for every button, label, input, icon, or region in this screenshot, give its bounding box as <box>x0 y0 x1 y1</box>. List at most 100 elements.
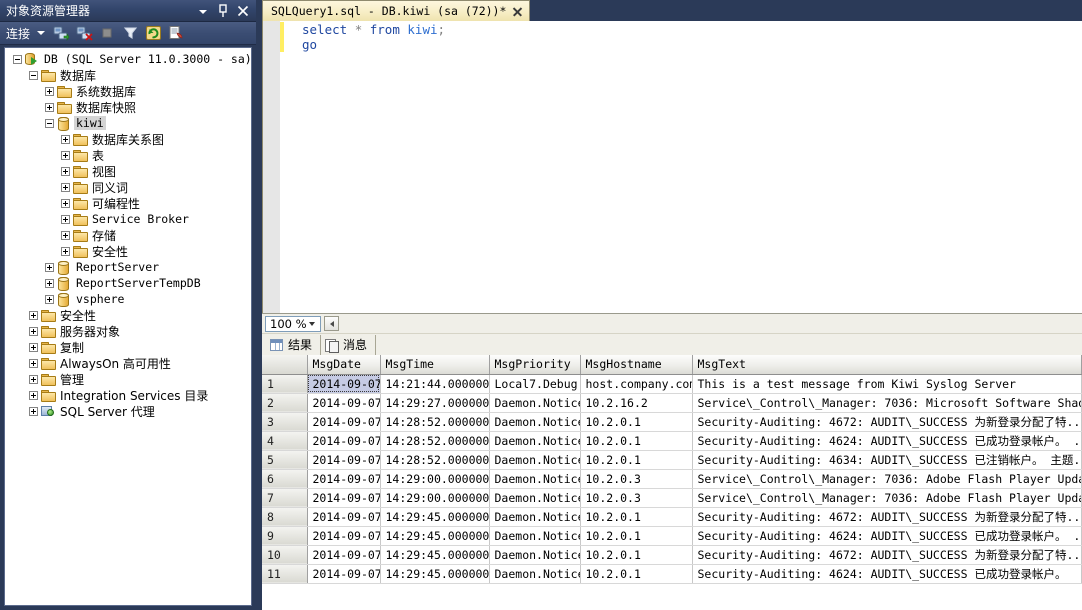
results-grid-container[interactable]: MsgDate MsgTime MsgPriority MsgHostname … <box>262 355 1082 610</box>
zoom-level-combo[interactable]: 100 % <box>265 315 321 332</box>
expand-icon[interactable] <box>29 406 38 416</box>
tree-node[interactable]: 管理 <box>5 371 251 387</box>
row-header-cell[interactable]: 5 <box>262 450 308 470</box>
cell-msgtime[interactable]: 14:29:45.0000000 <box>380 526 490 546</box>
expand-icon[interactable] <box>61 134 70 144</box>
cell-msgpriority[interactable]: Daemon.Notice <box>489 412 581 432</box>
row-header-cell[interactable]: 7 <box>262 488 308 508</box>
cell-msghostname[interactable]: 10.2.0.1 <box>580 507 693 527</box>
row-header-cell[interactable]: 1 <box>262 374 308 394</box>
row-header-cell[interactable]: 2 <box>262 393 308 413</box>
script-icon[interactable] <box>166 24 186 43</box>
connect-dropdown-icon[interactable] <box>37 31 46 35</box>
cell-msgtime[interactable]: 14:21:44.0000000 <box>380 374 490 394</box>
tree-node[interactable]: 表 <box>5 147 251 163</box>
table-row[interactable]: 4 2014-09-07 14:28:52.0000000 Daemon.Notice… <box>262 431 1082 451</box>
expand-icon[interactable] <box>29 310 38 320</box>
cell-msgtext[interactable]: Security-Auditing: 4672: AUDIT\_SUCCESS … <box>692 412 1082 432</box>
cell-msgtime[interactable]: 14:29:00.0000000 <box>380 469 490 489</box>
chevron-down-icon[interactable] <box>309 321 315 326</box>
expand-icon[interactable] <box>45 278 54 288</box>
tree-node[interactable]: 数据库关系图 <box>5 131 251 147</box>
tab-sqlquery1[interactable]: SQLQuery1.sql - DB.kiwi (sa (72))* <box>262 0 531 21</box>
cell-msghostname[interactable]: 10.2.0.1 <box>580 431 693 451</box>
expand-icon[interactable] <box>61 246 70 256</box>
cell-msgtext[interactable]: This is a test message from Kiwi Syslog … <box>692 374 1082 394</box>
cell-msgpriority[interactable]: Daemon.Notice <box>489 564 581 584</box>
expand-icon[interactable] <box>61 198 70 208</box>
cell-msgtext[interactable]: Security-Auditing: 4634: AUDIT\_SUCCESS … <box>692 450 1082 470</box>
tree-node[interactable]: 系统数据库 <box>5 83 251 99</box>
cell-msgpriority[interactable]: Daemon.Notice <box>489 488 581 508</box>
cell-msgtime[interactable]: 14:29:45.0000000 <box>380 564 490 584</box>
tree-node[interactable]: SQL Server 代理 <box>5 403 251 419</box>
expand-icon[interactable] <box>29 326 38 336</box>
row-header-cell[interactable]: 9 <box>262 526 308 546</box>
collapse-icon[interactable] <box>13 54 22 64</box>
cell-msgdate[interactable]: 2014-09-07 <box>307 431 381 451</box>
cell-msgpriority[interactable]: Daemon.Notice <box>489 545 581 565</box>
row-header-cell[interactable]: 4 <box>262 431 308 451</box>
object-explorer-tree-container[interactable]: DB (SQL Server 11.0.3000 - sa) 数据库 系统数据库 数据… <box>4 47 252 606</box>
tree-node[interactable]: Service Broker <box>5 211 251 227</box>
tab-close-icon[interactable] <box>512 6 523 17</box>
table-row[interactable]: 2 2014-09-07 14:29:27.0000000 Daemon.Notice… <box>262 393 1082 413</box>
cell-msgpriority[interactable]: Local7.Debug <box>489 374 581 394</box>
tree-node[interactable]: 同义词 <box>5 179 251 195</box>
cell-msgdate[interactable]: 2014-09-07 <box>307 488 381 508</box>
cell-msgdate[interactable]: 2014-09-07 <box>307 545 381 565</box>
connect-button-label[interactable]: 连接 <box>4 25 32 42</box>
row-header-cell[interactable]: 6 <box>262 469 308 489</box>
cell-msgtext[interactable]: Security-Auditing: 4624: AUDIT\_SUCCESS … <box>692 431 1082 451</box>
cell-msgpriority[interactable]: Daemon.Notice <box>489 431 581 451</box>
table-row[interactable]: 7 2014-09-07 14:29:00.0000000 Daemon.Notice… <box>262 488 1082 508</box>
refresh-icon[interactable] <box>143 24 163 43</box>
sql-code-editor[interactable]: select * from kiwi; go <box>262 21 1082 313</box>
expand-icon[interactable] <box>45 262 54 272</box>
tree-node[interactable]: 数据库快照 <box>5 99 251 115</box>
cell-msgpriority[interactable]: Daemon.Notice <box>489 526 581 546</box>
cell-msgtext[interactable]: Security-Auditing: 4624: AUDIT\_SUCCESS … <box>692 564 1082 584</box>
cell-msgdate[interactable]: 2014-09-07 <box>307 450 381 470</box>
cell-msgtime[interactable]: 14:28:52.0000000 <box>380 450 490 470</box>
cell-msgtime[interactable]: 14:29:45.0000000 <box>380 507 490 527</box>
window-dropdown-icon[interactable] <box>197 4 209 18</box>
row-header-cell[interactable]: 10 <box>262 545 308 565</box>
expand-icon[interactable] <box>29 342 38 352</box>
expand-icon[interactable] <box>61 230 70 240</box>
stop-icon[interactable] <box>97 24 117 43</box>
pin-icon[interactable] <box>217 3 229 18</box>
tree-node[interactable]: 安全性 <box>5 307 251 323</box>
tree-node[interactable]: DB (SQL Server 11.0.3000 - sa) <box>5 51 251 67</box>
cell-msgtime[interactable]: 14:29:27.0000000 <box>380 393 490 413</box>
filter-icon[interactable] <box>120 24 140 43</box>
tree-node[interactable]: 存储 <box>5 227 251 243</box>
tree-node[interactable]: 服务器对象 <box>5 323 251 339</box>
expand-icon[interactable] <box>61 214 70 224</box>
cell-msgpriority[interactable]: Daemon.Notice <box>489 393 581 413</box>
tree-node[interactable]: Integration Services 目录 <box>5 387 251 403</box>
cell-msgdate[interactable]: 2014-09-07 <box>307 393 381 413</box>
tree-node[interactable]: vsphere <box>5 291 251 307</box>
cell-msgdate[interactable]: 2014-09-07 <box>307 469 381 489</box>
cell-msghostname[interactable]: 10.2.0.3 <box>580 488 693 508</box>
select-all-corner[interactable] <box>262 355 308 375</box>
tab-results[interactable]: 结果 <box>266 334 322 355</box>
expand-icon[interactable] <box>29 390 38 400</box>
cell-msghostname[interactable]: 10.2.16.2 <box>580 393 693 413</box>
tree-node[interactable]: 数据库 <box>5 67 251 83</box>
expand-icon[interactable] <box>45 294 54 304</box>
cell-msghostname[interactable]: 10.2.0.1 <box>580 564 693 584</box>
table-row[interactable]: 11 2014-09-07 14:29:45.0000000 Daemon.Notic… <box>262 564 1082 584</box>
tree-node[interactable]: AlwaysOn 高可用性 <box>5 355 251 371</box>
cell-msgpriority[interactable]: Daemon.Notice <box>489 469 581 489</box>
row-header-cell[interactable]: 11 <box>262 564 308 584</box>
table-row[interactable]: 6 2014-09-07 14:29:00.0000000 Daemon.Notice… <box>262 469 1082 489</box>
cell-msghostname[interactable]: 10.2.0.1 <box>580 526 693 546</box>
cell-msghostname[interactable]: host.company.com <box>580 374 693 394</box>
cell-msgdate[interactable]: 2014-09-07 <box>307 412 381 432</box>
column-header-msgpriority[interactable]: MsgPriority <box>489 355 581 375</box>
table-row[interactable]: 5 2014-09-07 14:28:52.0000000 Daemon.Notice… <box>262 450 1082 470</box>
cell-msgpriority[interactable]: Daemon.Notice <box>489 450 581 470</box>
cell-msgdate[interactable]: 2014-09-07 <box>307 374 381 394</box>
